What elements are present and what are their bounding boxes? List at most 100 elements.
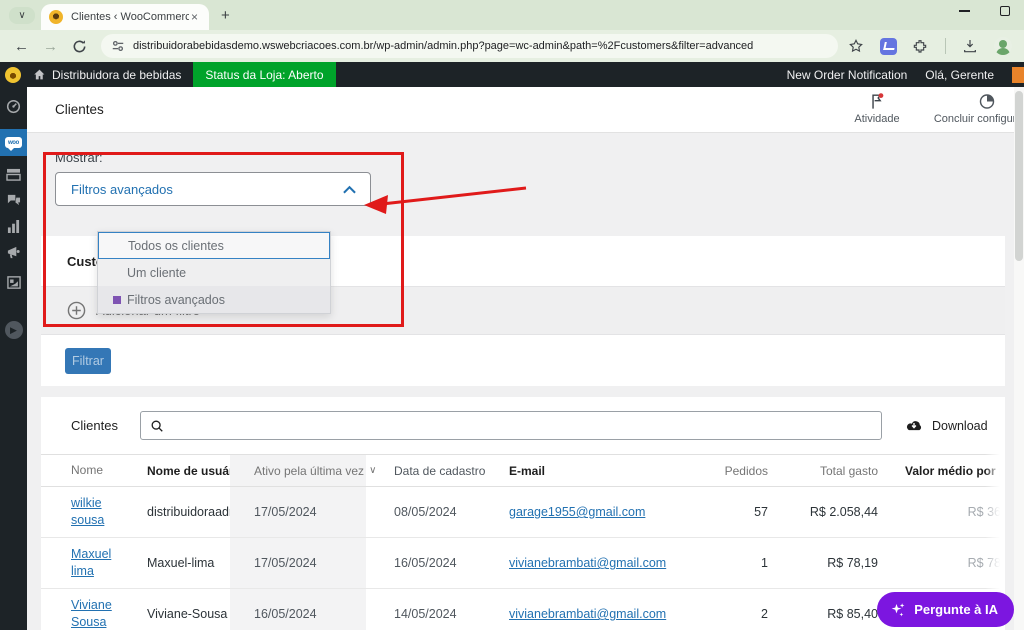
toolbar-divider [945,38,946,54]
close-tab-icon[interactable]: × [191,10,198,24]
table-cell: vivianebrambati@gmail.com [486,556,691,570]
account-greeting[interactable]: Olá, Gerente [925,68,994,82]
table-cell: vivianebrambati@gmail.com [486,607,691,621]
sidebar-item-dashboard[interactable] [0,93,27,119]
forward-button[interactable]: → [43,38,58,55]
bookmark-star-icon[interactable] [848,38,864,54]
table-row: Maxuel lima Maxuel-lima 17/05/2024 16/05/20… [41,538,1005,589]
download-button[interactable]: Download [904,418,988,433]
store-status-badge[interactable]: Status da Loja: Aberto [193,62,336,87]
table-cell: Maxuel-lima [147,556,215,570]
column-header[interactable]: Valor médio por pedi [881,464,1005,478]
table-header-row: Nome Nome de usuário Ativo pela última vez… [41,454,1005,487]
activity-button[interactable]: Atividade [834,92,920,125]
column-header[interactable]: Data de cadastro [366,464,486,478]
sidebar-item-plugin[interactable]: ▶ [0,317,27,343]
table-cell: 14/05/2024 [394,607,457,621]
selected-option-bullet [113,296,121,304]
customers-table-card: Clientes Download Nome Nome de usuário Ati… [41,397,1005,630]
table-cell: 17/05/2024 [230,487,366,537]
wp-admin-bar: Distribuidora de bebidas Status da Loja:… [0,62,1024,87]
site-favicon [49,10,63,24]
table-cell: 2 [761,607,768,621]
column-header[interactable]: Nome [41,462,133,478]
sidebar-item-woocommerce[interactable]: woo [0,129,33,156]
chevron-down-icon: ∨ [18,9,26,21]
cloud-download-icon [906,421,922,431]
customer-name-link[interactable]: wilkie sousa [71,496,104,527]
table-row: wilkie sousa distribuidoraadm 17/05/2024 08… [41,487,1005,538]
reload-button[interactable] [72,39,87,54]
address-bar[interactable]: distribuidorabebidasdemo.wswebcriacoes.c… [101,34,838,58]
filter-option[interactable]: Filtros avançados [98,286,330,313]
customer-name-link[interactable]: Viviane Sousa [71,598,112,629]
search-icon [151,420,163,432]
filter-select[interactable]: Filtros avançados [55,172,371,206]
table-toolbar: Clientes Download [41,397,1005,454]
scrollbar-thumb[interactable] [1015,91,1023,261]
sidebar-item-products[interactable] [0,161,27,187]
page-scrollbar[interactable] [1014,87,1024,630]
customer-email-link[interactable]: vivianebrambati@gmail.com [509,556,666,570]
new-order-notification-link[interactable]: New Order Notification [787,68,908,82]
new-tab-button[interactable]: + [221,7,230,24]
table-cell: R$ 78 [967,556,1001,570]
tab-search-button[interactable]: ∨ [9,6,35,24]
extensions-icon[interactable] [913,38,929,54]
customer-name-link[interactable]: Maxuel lima [71,547,111,578]
ask-ai-button[interactable]: Pergunte à IA [877,592,1014,627]
table-cell: 16/05/2024 [230,589,366,630]
back-button[interactable]: ← [14,38,29,55]
table-cell: 17/05/2024 [230,538,366,588]
finish-setup-button[interactable]: Concluir configuração [934,92,1024,125]
column-header[interactable]: Total gasto [776,464,881,478]
filter-actions-row: Filtrar [41,335,1005,386]
customers-search-input[interactable] [139,411,882,440]
window-restore-button[interactable] [1000,6,1010,16]
table-body: wilkie sousa distribuidoraadm 17/05/2024 08… [41,487,1005,630]
browser-tabstrip: ∨ Clientes ‹ WooCommerce ‹ Dist × + [0,0,1024,30]
site-logo-icon[interactable] [5,66,21,83]
user-avatar[interactable] [1012,66,1024,83]
customer-email-link[interactable]: vivianebrambati@gmail.com [509,607,666,621]
column-header[interactable]: Ativo pela última vez ∨ [230,455,376,486]
activity-flag-icon [872,93,884,109]
column-header[interactable]: E-mail [486,464,691,478]
customer-email-link[interactable]: garage1955@gmail.com [509,505,645,519]
admin-bar-site-link[interactable]: Distribuidora de bebidas [33,68,181,82]
table-cell: R$ 2.058,44 [809,505,878,519]
analytics-icon [7,219,20,233]
window-minimize-button[interactable] [959,10,970,12]
table-row: Viviane Sousa Viviane-Sousa 16/05/2024 14/0… [41,589,1005,630]
table-cell: distribuidoraadm [147,505,240,519]
downloads-icon[interactable] [962,38,978,54]
filter-select-value: Filtros avançados [71,181,173,197]
chevron-up-icon [343,185,356,193]
products-icon [6,168,21,181]
sidebar-item-marketing[interactable] [0,239,27,265]
column-header[interactable]: Pedidos [691,464,776,478]
table-cell: Viviane Sousa [41,597,133,630]
browser-tab[interactable]: Clientes ‹ WooCommerce ‹ Dist × [41,4,209,30]
sidebar-item-comments[interactable] [0,187,27,213]
filter-option[interactable]: Um cliente [98,259,330,286]
site-settings-icon[interactable] [111,39,125,53]
column-header[interactable]: Nome de usuário [133,464,244,478]
page-header: Clientes Atividade Concluir configuração [27,87,1024,133]
table-title: Clientes [71,418,118,433]
filter-button[interactable]: Filtrar [65,347,111,374]
browser-profile-avatar[interactable] [994,37,1012,55]
address-bar-action-icon[interactable] [880,37,897,55]
filter-option[interactable]: Todos os clientes [98,232,330,259]
table-cell: 1 [761,556,768,570]
sidebar-item-analytics[interactable] [0,213,27,239]
sparkles-icon [891,602,905,616]
page-title: Clientes [55,102,104,117]
marketing-megaphone-icon [7,246,20,259]
sidebar-item-media[interactable] [0,269,27,295]
wp-sidebar: woo ▶ [0,87,33,630]
url-text[interactable]: distribuidorabebidasdemo.wswebcriacoes.c… [133,40,753,52]
filter-dropdown-panel: Todos os clientes Um cliente Filtros avanç… [97,231,331,314]
table-cell: Maxuel lima [41,546,133,580]
table-cell: 08/05/2024 [394,505,457,519]
